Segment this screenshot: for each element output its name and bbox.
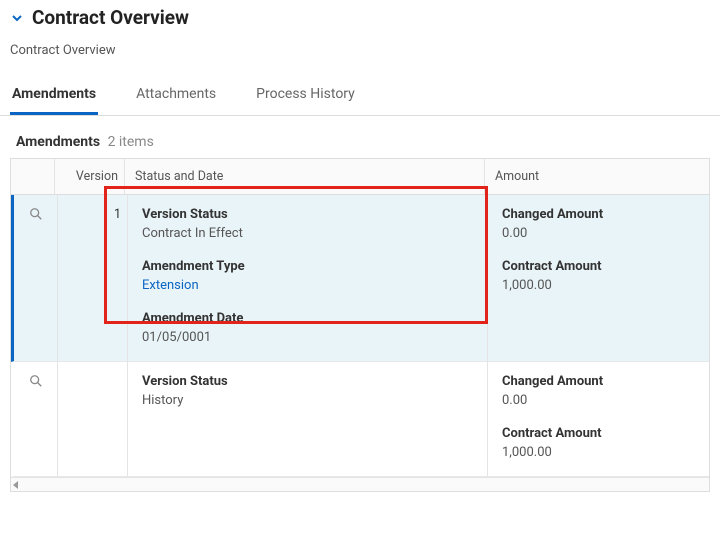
magnify-icon[interactable] — [14, 362, 58, 476]
label-amendment-date: Amendment Date — [142, 311, 473, 326]
col-head-amount[interactable]: Amount — [485, 159, 709, 194]
label-contract-amount: Contract Amount — [502, 426, 695, 441]
col-head-version[interactable]: Version — [55, 159, 125, 194]
breadcrumb: Contract Overview — [0, 33, 720, 76]
horizontal-scrollbar[interactable] — [11, 477, 709, 491]
list-count: 2 items — [108, 134, 154, 150]
table-row[interactable]: Version Status History Changed Amount 0.… — [11, 362, 709, 477]
value-changed-amount: 0.00 — [502, 393, 695, 408]
list-header: Amendments 2 items — [0, 116, 720, 158]
table-row[interactable]: 1 Version Status Contract In Effect Amen… — [11, 195, 709, 362]
value-version-status: Contract In Effect — [142, 226, 473, 241]
link-amendment-type[interactable]: Extension — [142, 278, 199, 293]
chevron-down-icon[interactable] — [10, 11, 24, 25]
value-contract-amount: 1,000.00 — [502, 278, 695, 293]
amendments-table: Version Status and Date Amount 1 Version… — [10, 158, 710, 492]
tab-attachments[interactable]: Attachments — [134, 76, 218, 115]
scroll-left-icon[interactable] — [13, 481, 18, 489]
tabs: Amendments Attachments Process History — [0, 76, 720, 116]
value-amendment-date: 01/05/0001 — [142, 330, 473, 345]
value-contract-amount: 1,000.00 — [502, 445, 695, 460]
cell-version: 1 — [58, 195, 128, 361]
magnify-icon[interactable] — [14, 195, 58, 361]
label-amendment-type: Amendment Type — [142, 259, 473, 274]
col-head-status[interactable]: Status and Date — [125, 159, 485, 194]
section-title: Contract Overview — [32, 6, 189, 29]
value-version-status: History — [142, 393, 473, 408]
label-version-status: Version Status — [142, 207, 473, 222]
cell-version — [58, 362, 128, 476]
table-header-row: Version Status and Date Amount — [11, 159, 709, 195]
list-label: Amendments — [16, 134, 100, 150]
label-changed-amount: Changed Amount — [502, 374, 695, 389]
tab-process-history[interactable]: Process History — [254, 76, 357, 115]
label-contract-amount: Contract Amount — [502, 259, 695, 274]
value-changed-amount: 0.00 — [502, 226, 695, 241]
tab-amendments[interactable]: Amendments — [10, 76, 98, 115]
label-changed-amount: Changed Amount — [502, 207, 695, 222]
label-version-status: Version Status — [142, 374, 473, 389]
col-head-icon — [11, 159, 55, 194]
